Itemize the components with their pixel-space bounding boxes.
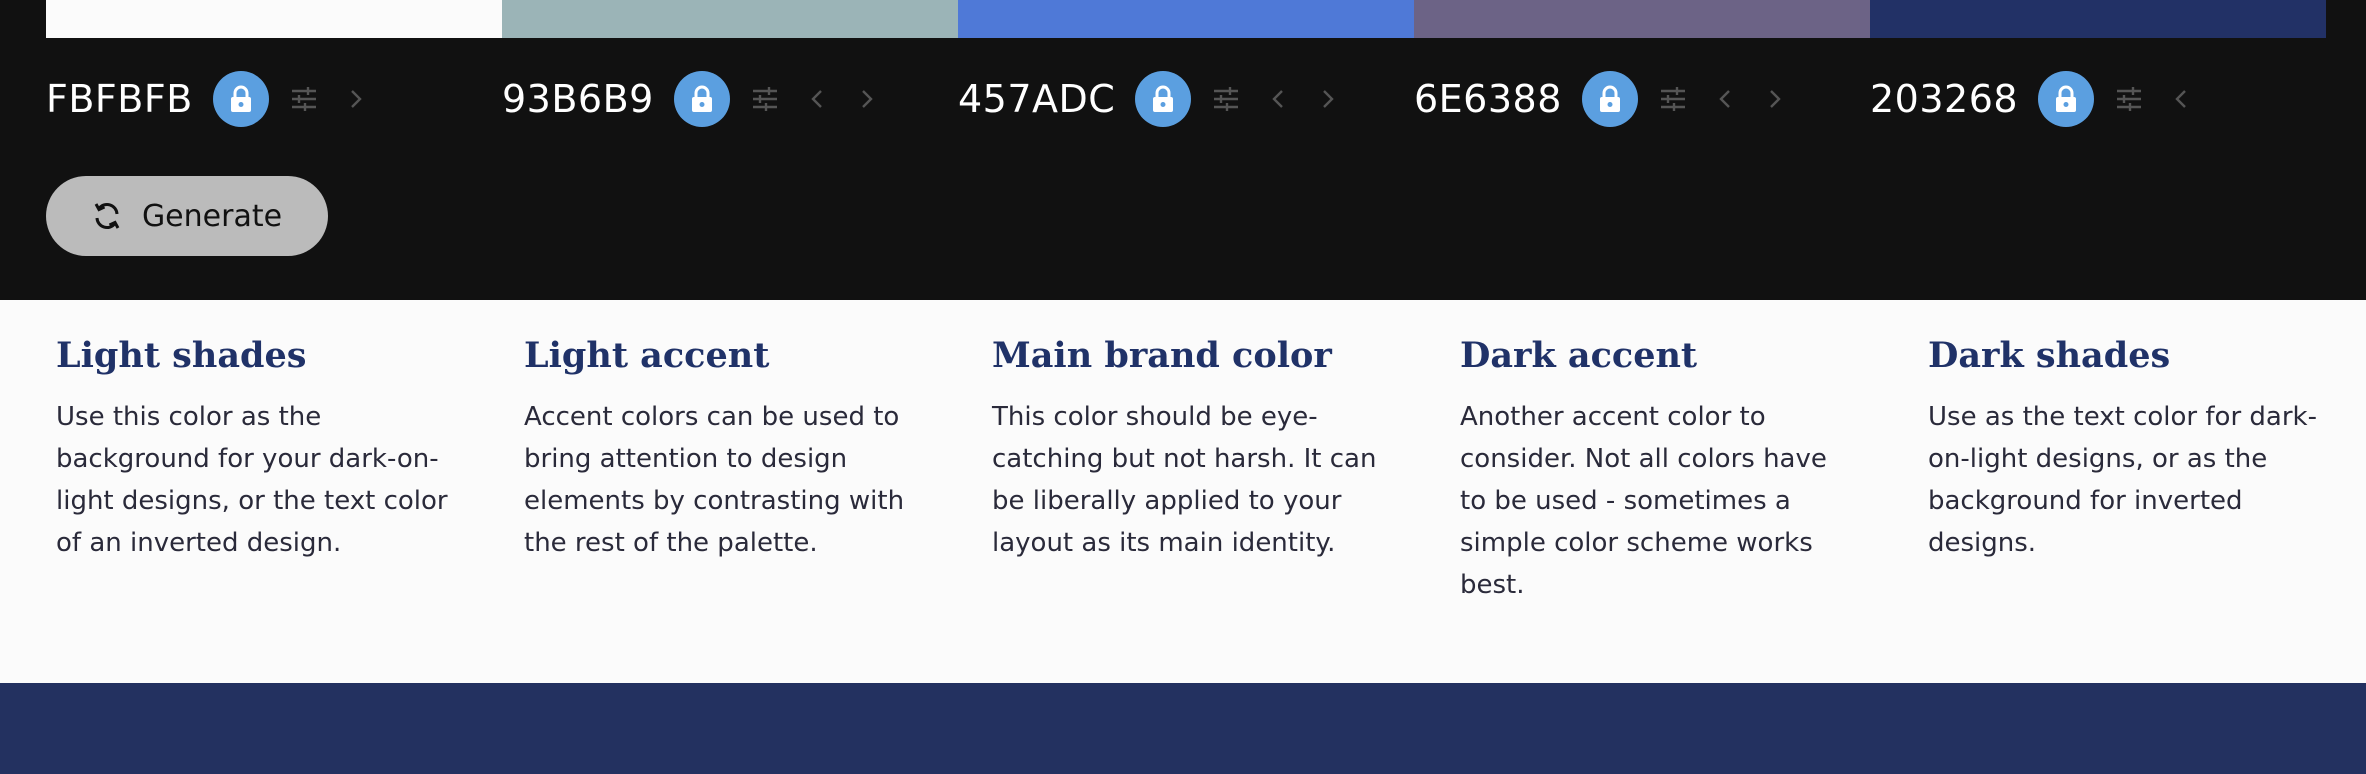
prev-button[interactable]	[2166, 82, 2196, 116]
refresh-icon	[94, 203, 120, 229]
sliders-icon	[291, 87, 316, 111]
lock-icon	[691, 85, 712, 112]
chevron-left-icon	[1272, 90, 1284, 108]
sliders-icon	[2117, 87, 2142, 111]
lock-button[interactable]	[2038, 71, 2095, 127]
swatch-4[interactable]	[1414, 0, 1870, 38]
hex-code[interactable]: 457ADC	[958, 77, 1115, 121]
description-dark-accent: Dark accent Another accent color to cons…	[1460, 332, 1860, 606]
adjust-button[interactable]	[287, 82, 321, 116]
generate-label: Generate	[141, 198, 283, 234]
prev-button[interactable]	[1263, 82, 1293, 116]
description-text: Accent colors can be used to bring atten…	[524, 402, 905, 558]
description-title: Light shades	[56, 335, 307, 376]
color-descriptions: Light shades Use this color as the backg…	[0, 300, 2366, 683]
adjust-button[interactable]	[1209, 82, 1243, 116]
lock-icon	[230, 85, 251, 112]
lock-button[interactable]	[1581, 71, 1638, 127]
swatch-5[interactable]	[1870, 0, 2326, 38]
generate-button[interactable]: Generate	[46, 176, 328, 256]
next-button[interactable]	[341, 82, 371, 116]
next-button[interactable]	[1760, 82, 1790, 116]
description-text: Use this color as the background for you…	[56, 402, 448, 558]
footer-band	[0, 683, 2366, 774]
sliders-icon	[1214, 87, 1239, 111]
chevron-right-icon	[350, 90, 362, 108]
adjust-button[interactable]	[1656, 82, 1690, 116]
adjust-button[interactable]	[2112, 82, 2146, 116]
description-text: This color should be eye-catching but no…	[992, 402, 1377, 558]
adjust-button[interactable]	[748, 82, 782, 116]
palette-panel: FBFBFB 93B6B9 457ADC 6E6388 203268 Gener…	[0, 0, 2366, 300]
color-controls-1: FBFBFB	[46, 64, 371, 134]
chevron-right-icon	[1323, 90, 1335, 108]
lock-button[interactable]	[1135, 71, 1192, 127]
description-title: Main brand color	[992, 335, 1332, 376]
lock-icon	[2056, 85, 2077, 112]
lock-icon	[1599, 85, 1620, 112]
chevron-right-icon	[862, 90, 873, 108]
description-light-accent: Light accent Accent colors can be used t…	[524, 332, 924, 564]
color-controls-5: 203268	[1870, 64, 2196, 134]
color-controls-4: 6E6388	[1414, 64, 1790, 134]
hex-code[interactable]: 93B6B9	[502, 77, 654, 121]
lock-button[interactable]	[673, 71, 730, 127]
description-title: Light accent	[524, 335, 770, 376]
sliders-icon	[1660, 87, 1685, 111]
chevron-right-icon	[1770, 90, 1781, 108]
swatch-1[interactable]	[46, 0, 502, 38]
swatch-2[interactable]	[502, 0, 958, 38]
description-light-shades: Light shades Use this color as the backg…	[56, 332, 456, 564]
next-button[interactable]	[852, 82, 882, 116]
chevron-left-icon	[811, 90, 822, 108]
color-controls-2: 93B6B9	[502, 64, 882, 134]
sliders-icon	[752, 87, 777, 111]
color-controls-3: 457ADC	[958, 64, 1343, 134]
chevron-left-icon	[1719, 90, 1730, 108]
lock-icon	[1153, 85, 1174, 112]
prev-button[interactable]	[1710, 82, 1740, 116]
hex-code[interactable]: 6E6388	[1414, 77, 1562, 121]
prev-button[interactable]	[802, 82, 832, 116]
hex-code[interactable]: 203268	[1870, 77, 2018, 121]
lock-button[interactable]	[212, 71, 269, 127]
hex-code[interactable]: FBFBFB	[46, 77, 193, 121]
description-title: Dark shades	[1928, 335, 2171, 376]
description-text: Another accent color to consider. Not al…	[1460, 402, 1827, 600]
description-main-brand: Main brand color This color should be ey…	[992, 332, 1392, 564]
next-button[interactable]	[1313, 82, 1343, 116]
description-text: Use as the text color for dark-on-light …	[1928, 402, 2317, 558]
chevron-left-icon	[2175, 90, 2186, 108]
swatch-3[interactable]	[958, 0, 1414, 38]
description-dark-shades: Dark shades Use as the text color for da…	[1928, 332, 2328, 564]
description-title: Dark accent	[1460, 335, 1698, 376]
